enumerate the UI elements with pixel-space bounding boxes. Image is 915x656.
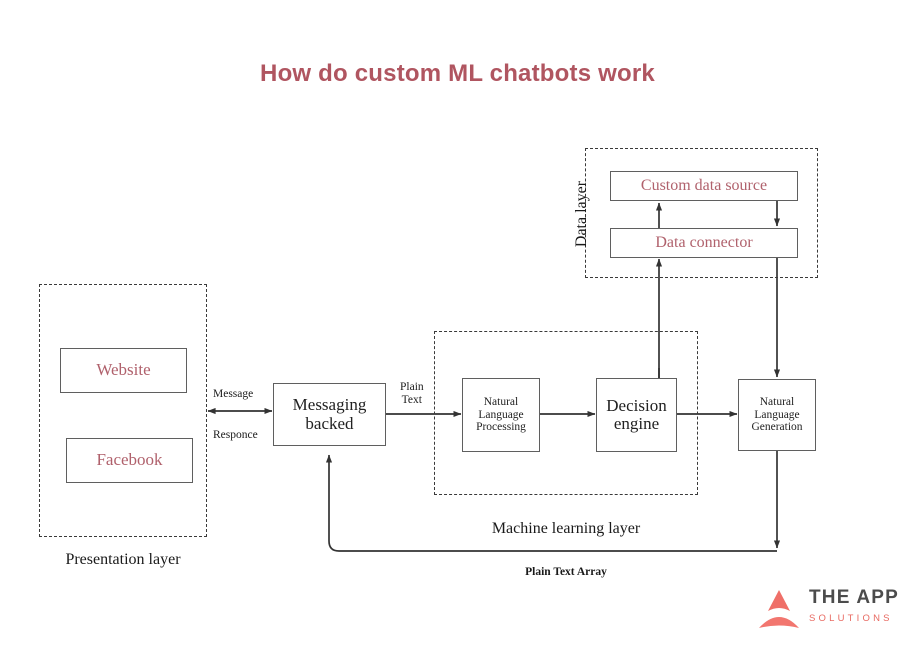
node-custom-data-source[interactable]: Custom data source — [610, 171, 798, 201]
node-nlp-line3: Processing — [476, 421, 526, 434]
triangle-mark-icon — [759, 590, 799, 628]
node-website-label: Website — [96, 360, 151, 380]
group-presentation-layer — [39, 284, 207, 537]
node-data-connector[interactable]: Data connector — [610, 228, 798, 258]
node-nlp-label: Natural Language Processing — [476, 396, 526, 433]
node-decision-engine-label: Decision engine — [606, 395, 667, 434]
edge-label-plain-text-array: Plain Text Array — [525, 566, 607, 578]
node-custom-data-source-label: Custom data source — [640, 177, 768, 195]
node-nlp-line1: Natural — [483, 396, 519, 409]
node-nlp-line2: Language — [478, 408, 524, 421]
edge-label-plain-text: Plain Text — [400, 381, 424, 407]
edge-label-message: Message — [213, 388, 254, 400]
edge-label-responce: Responce — [213, 429, 258, 441]
node-decision-engine-line1: Decision — [606, 395, 667, 415]
node-nlg-line1: Natural — [759, 396, 795, 409]
edge-label-plain-text-line1: Plain — [400, 381, 424, 393]
logo-primary-text: THE APP — [809, 587, 900, 608]
logo-secondary-text: SOLUTIONS — [809, 613, 893, 624]
node-website[interactable]: Website — [60, 348, 187, 393]
page-title: How do custom ML chatbots work — [260, 60, 655, 87]
node-decision-engine-line2: engine — [613, 414, 660, 433]
node-nlg-line2: Language — [754, 408, 800, 421]
group-data-layer — [585, 148, 818, 278]
group-data-layer-label: Data layer — [573, 180, 590, 248]
diagram-canvas: How do custom ML chatbots work Presentat… — [0, 0, 915, 656]
node-facebook[interactable]: Facebook — [66, 438, 193, 483]
logo: THE APP SOLUTIONS — [755, 583, 905, 639]
node-data-connector-label: Data connector — [655, 234, 753, 252]
node-nlg-label: Natural Language Generation — [751, 396, 802, 433]
logo-text: THE APP SOLUTIONS — [809, 588, 899, 624]
node-facebook-label: Facebook — [96, 450, 163, 470]
edge-label-plain-text-line2: Text — [401, 393, 422, 406]
node-natural-language-processing[interactable]: Natural Language Processing — [462, 378, 540, 452]
group-machine-learning-layer-label: Machine learning layer — [491, 520, 641, 537]
group-presentation-layer-label: Presentation layer — [65, 551, 181, 568]
node-messaging-backend-line2: backed — [305, 413, 354, 433]
node-nlg-line3: Generation — [751, 421, 803, 434]
node-messaging-backend-line1: Messaging — [292, 395, 367, 415]
node-decision-engine[interactable]: Decision engine — [596, 378, 677, 452]
node-natural-language-generation[interactable]: Natural Language Generation — [738, 379, 816, 451]
node-messaging-backend[interactable]: Messaging backed — [273, 383, 386, 446]
node-messaging-backend-label: Messaging backed — [292, 395, 367, 433]
